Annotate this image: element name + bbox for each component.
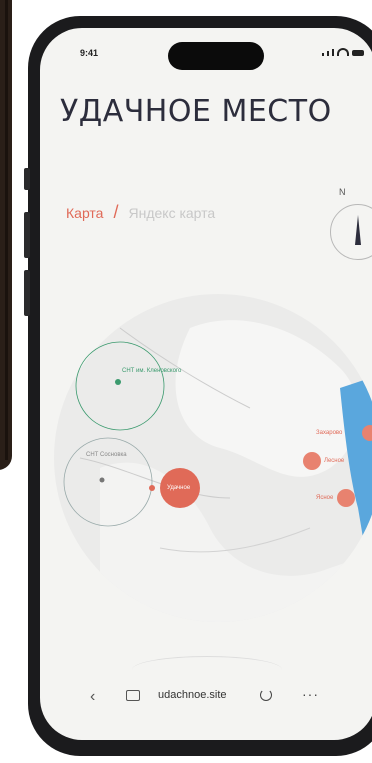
back-icon[interactable]: ‹ xyxy=(90,688,95,706)
pin-right-3[interactable] xyxy=(337,489,355,507)
tabs-icon[interactable] xyxy=(126,690,140,701)
url-field[interactable]: udachnoe.site xyxy=(158,689,227,701)
map[interactable] xyxy=(40,28,372,740)
browser-toolbar: ‹ udachnoe.site ··· xyxy=(40,648,372,740)
pin-dot[interactable] xyxy=(149,485,155,491)
phone-screen: 9:41 УДАЧНОЕ МЕСТО Карта / Яндекс карта … xyxy=(40,28,372,740)
phone-mute-button xyxy=(24,168,30,190)
pin-green[interactable] xyxy=(115,379,121,385)
phone-volume-up-button xyxy=(24,212,30,258)
more-icon[interactable]: ··· xyxy=(302,686,319,702)
reload-icon[interactable] xyxy=(260,689,272,701)
pin-label-grey: СНТ Сосновка xyxy=(86,452,127,458)
toolbar-handle xyxy=(132,656,282,683)
pin-label-main: Удачное xyxy=(167,485,191,491)
stage: 9:41 УДАЧНОЕ МЕСТО Карта / Яндекс карта … xyxy=(0,0,372,763)
phone-volume-down-button xyxy=(24,270,30,316)
background-device xyxy=(0,0,12,470)
pin-label-right-1: Захарово xyxy=(316,430,343,436)
pin-label-green: СНТ им. Кленовского xyxy=(122,368,182,374)
pin-label-right-2: Лесное xyxy=(324,458,345,464)
pin-right-2[interactable] xyxy=(303,452,321,470)
pin-grey[interactable] xyxy=(99,477,105,483)
pin-label-right-3: Ясное xyxy=(316,495,334,501)
